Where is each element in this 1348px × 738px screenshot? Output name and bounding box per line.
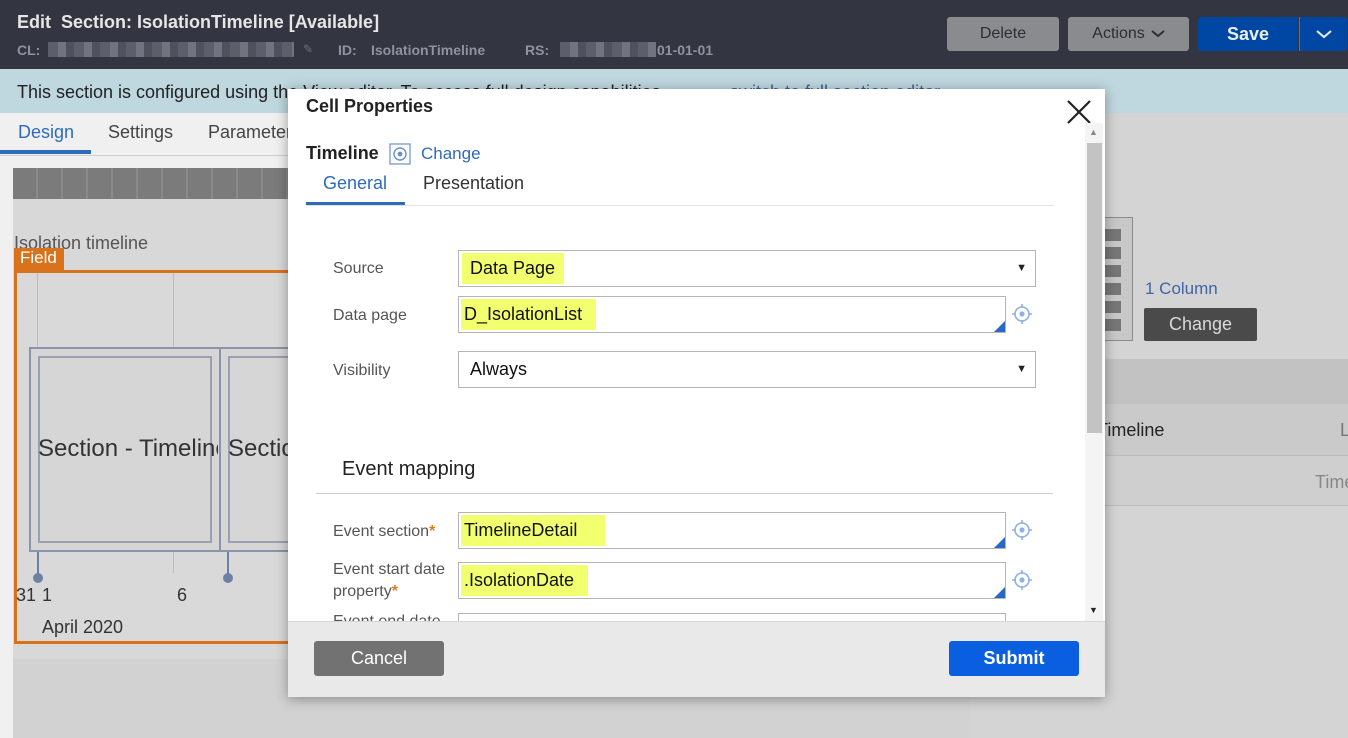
redacted-class-name: [48, 42, 294, 57]
scroll-down-icon[interactable]: ▼: [1089, 605, 1098, 615]
page-title: Edit Section: IsolationTimeline [Availab…: [17, 12, 380, 32]
timeline-tick: 31: [16, 585, 37, 605]
source-select[interactable]: Data Page ▼: [458, 250, 1036, 287]
dropdown-caret-icon: ▼: [1016, 262, 1027, 274]
cancel-button[interactable]: Cancel: [314, 641, 444, 676]
event-start-label-line2: property: [333, 583, 392, 600]
timeline-tick: 1: [42, 585, 53, 605]
event-start-input[interactable]: .IsolationDate: [458, 562, 1006, 599]
actions-button[interactable]: Actions: [1068, 17, 1189, 51]
rs-value: 01-01-01: [657, 42, 714, 58]
chevron-down-icon: [1315, 29, 1332, 38]
tab-design[interactable]: Design: [18, 122, 74, 143]
delete-button[interactable]: Delete: [947, 17, 1059, 51]
id-label: ID:: [338, 42, 357, 58]
layout-change-button[interactable]: Change: [1144, 308, 1257, 341]
panel-row-text: L: [1340, 420, 1348, 440]
event-card-text: Section - Timeline: [228, 435, 288, 462]
dropdown-caret-icon: ▼: [1016, 363, 1027, 375]
event-start-value: .IsolationDate: [461, 565, 589, 596]
canvas-ruler: [13, 168, 303, 199]
timeline-month: April 2020: [42, 617, 124, 637]
tab-divider: [306, 205, 1054, 206]
event-end-input[interactable]: [458, 613, 1006, 621]
source-value: Data Page: [462, 253, 565, 284]
change-control-link[interactable]: Change: [421, 144, 481, 164]
event-marker: [223, 573, 233, 583]
panel-row-text: Timeline: [1097, 420, 1165, 440]
id-value: IsolationTimeline: [371, 42, 486, 58]
event-section-label-text: Event section: [333, 523, 430, 540]
panel-row-text: Time: [1315, 472, 1348, 492]
required-mark: *: [429, 523, 436, 540]
target-icon[interactable]: [1011, 519, 1033, 541]
visibility-select[interactable]: Always ▼: [458, 351, 1036, 388]
rs-label: RS:: [525, 42, 550, 58]
event-card-text: Section - Timeline: [38, 435, 218, 462]
dialog-title: Cell Properties: [306, 96, 434, 116]
autocomplete-corner-icon: [994, 321, 1005, 332]
tab-settings[interactable]: Settings: [108, 122, 173, 143]
event-start-label-line1: Event start date: [333, 561, 446, 578]
event-marker: [33, 573, 43, 583]
dialog-footer: Cancel Submit: [288, 621, 1105, 697]
redacted-ruleset: [560, 42, 656, 57]
event-section-label: Event section*: [333, 521, 435, 543]
cell-properties-dialog: Cell Properties Timeline Change General …: [288, 89, 1105, 697]
data-page-label: Data page: [333, 307, 407, 324]
event-section-input[interactable]: TimelineDetail: [458, 512, 1006, 549]
event-section-value: TimelineDetail: [461, 515, 606, 546]
layout-cell: [1105, 247, 1121, 259]
actions-label: Actions: [1092, 25, 1145, 42]
layout-cell: [1105, 283, 1121, 295]
layout-cell: [1105, 229, 1121, 241]
active-tab-indicator: [306, 202, 405, 205]
event-end-label: Event end date: [333, 611, 441, 621]
edit-pencil-icon[interactable]: ✎: [303, 42, 313, 56]
layout-type-link[interactable]: 1 Column: [1145, 279, 1218, 299]
timeline-control-icon: [389, 143, 411, 165]
visibility-value: Always: [470, 359, 528, 379]
autocomplete-corner-icon: [994, 537, 1005, 548]
data-page-input[interactable]: D_IsolationList: [458, 296, 1006, 333]
autocomplete-corner-icon: [994, 587, 1005, 598]
chevron-down-icon: [1151, 30, 1165, 38]
control-type: Timeline: [306, 143, 379, 163]
save-button[interactable]: Save: [1198, 17, 1298, 51]
scroll-up-icon[interactable]: ▲: [1089, 127, 1098, 137]
source-label: Source: [333, 260, 384, 277]
timeline-tick: 6: [177, 585, 188, 605]
tab-presentation[interactable]: Presentation: [423, 173, 524, 194]
dialog-body: Timeline Change General Presentation Sou…: [288, 131, 1086, 621]
target-icon[interactable]: [1011, 303, 1033, 325]
section-divider: [316, 493, 1053, 494]
scrollbar-thumb[interactable]: [1087, 143, 1102, 433]
target-icon[interactable]: [1011, 569, 1033, 591]
layout-cell: [1105, 301, 1121, 313]
visibility-label: Visibility: [333, 362, 391, 379]
layout-cell: [1105, 265, 1121, 277]
dialog-scrollbar[interactable]: ▲ ▼: [1085, 123, 1103, 621]
required-mark: *: [391, 583, 398, 600]
data-page-value: D_IsolationList: [461, 299, 597, 330]
tab-general[interactable]: General: [323, 173, 387, 194]
save-options-button[interactable]: [1299, 17, 1347, 51]
event-mapping-heading: Event mapping: [342, 458, 476, 480]
active-tab-indicator: [0, 150, 91, 154]
cl-label: CL:: [17, 42, 41, 58]
event-start-label: Event start date property*: [333, 559, 445, 603]
submit-button[interactable]: Submit: [949, 641, 1079, 676]
field-tag: Field: [14, 248, 64, 270]
layout-cell: [1105, 319, 1121, 331]
